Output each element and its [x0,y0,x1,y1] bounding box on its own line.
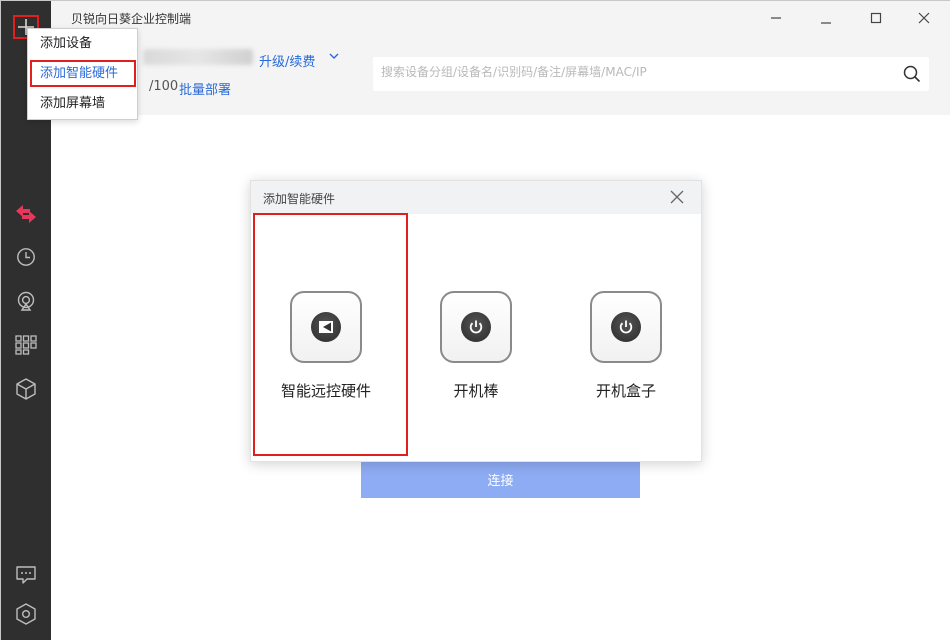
hardware-label: 开机棒 [453,382,499,400]
menu-highlight-box [30,60,136,87]
message-icon [16,566,36,584]
dialog-close-icon[interactable] [669,189,685,205]
power-icon [469,320,483,334]
cast-icon [17,291,35,311]
chevron-down-icon[interactable] [327,49,341,63]
hardware-tile [590,291,662,363]
minimize-to-tray-icon [821,22,831,24]
close-icon [918,12,930,24]
hardware-option-power-stick[interactable]: 开机棒 [401,291,551,403]
dialog-title: 添加智能硬件 [263,192,336,206]
search-input[interactable] [381,65,881,79]
hardware-option-power-box[interactable]: 开机盒子 [551,291,701,403]
remote-arrows-icon [16,205,36,223]
hardware-highlight-box [253,213,408,456]
menu-item-add-device[interactable]: 添加设备 [28,30,137,58]
maximize-icon [870,12,882,24]
maximize-button[interactable] [863,6,889,30]
batch-deploy-link[interactable]: 批量部署 [179,79,231,98]
search-box [373,57,929,91]
sidebar-history[interactable] [14,245,38,269]
power-icon [619,320,633,334]
sidebar-settings[interactable] [14,602,38,626]
app-window: 贝锐向日葵企业控制端 升级/续费 /100 批量部署 连接 添加设备 添加智能硬… [0,0,950,640]
sidebar-cast[interactable] [14,289,38,313]
hardware-tile [440,291,512,363]
cube-icon [16,378,36,400]
sidebar-devices[interactable] [14,377,38,401]
account-name-blurred [143,49,253,65]
settings-icon [16,603,36,625]
connect-button[interactable]: 连接 [361,460,640,498]
minimize-button[interactable] [763,6,789,30]
device-count: /100 [149,79,179,94]
search-icon[interactable] [903,65,921,83]
minimize-icon [771,17,781,19]
dialog-header: 添加智能硬件 [251,181,701,214]
hardware-label: 开机盒子 [595,382,656,400]
restore-button[interactable] [813,6,839,30]
close-button[interactable] [911,6,937,30]
title-bar: 贝锐向日葵企业控制端 [51,1,950,35]
grid-icon [15,335,37,355]
menu-item-add-screen-wall[interactable]: 添加屏幕墙 [28,90,137,118]
add-menu: 添加设备 添加智能硬件 添加屏幕墙 [27,28,138,120]
app-title: 贝锐向日葵企业控制端 [71,12,192,26]
account-header: 升级/续费 /100 批量部署 [51,35,950,115]
sidebar-messages[interactable] [14,563,38,587]
clock-icon [17,248,35,266]
upgrade-renew-link[interactable]: 升级/续费 [259,51,315,70]
sidebar-remote-control[interactable] [14,202,38,226]
sidebar-apps[interactable] [14,333,38,357]
